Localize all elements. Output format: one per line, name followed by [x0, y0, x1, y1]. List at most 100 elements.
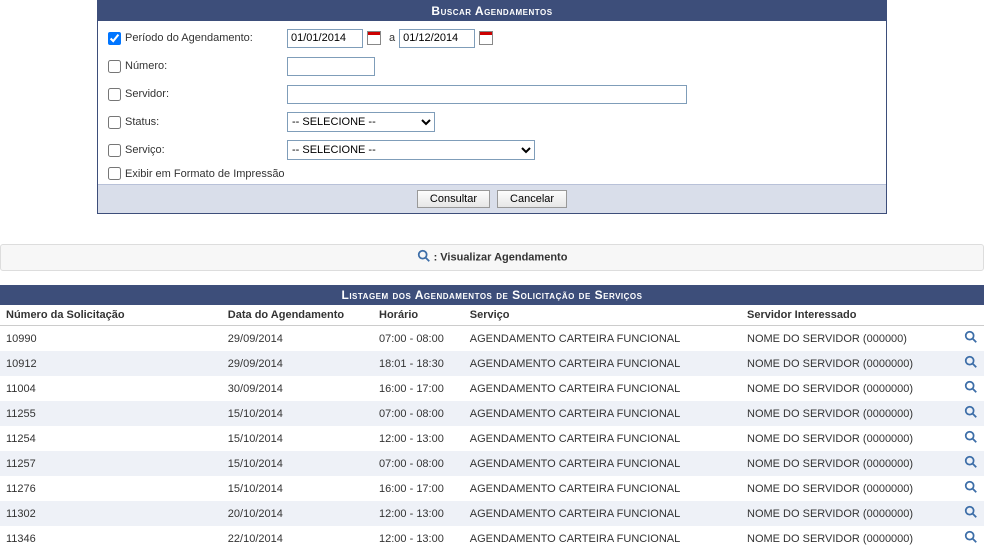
select-status[interactable]: -- SELECIONE -- [287, 112, 435, 132]
legend-text: : Visualizar Agendamento [434, 251, 568, 263]
cell-servidor: NOME DO SERVIDOR (0000000) [741, 501, 958, 526]
cell-horario: 16:00 - 17:00 [373, 476, 464, 501]
view-icon[interactable] [964, 435, 978, 447]
list-panel: Listagem dos Agendamentos de Solicitação… [0, 285, 984, 551]
checkbox-numero[interactable] [108, 60, 121, 73]
view-icon[interactable] [964, 510, 978, 522]
cell-numero: 11257 [0, 451, 222, 476]
cell-servico: AGENDAMENTO CARTEIRA FUNCIONAL [464, 426, 741, 451]
cell-numero: 11346 [0, 526, 222, 551]
cell-numero: 11302 [0, 501, 222, 526]
cell-data: 20/10/2014 [222, 501, 373, 526]
view-icon[interactable] [964, 385, 978, 397]
magnifier-icon [417, 249, 431, 266]
row-periodo: Período do Agendamento: a [108, 27, 876, 49]
cell-data: 30/09/2014 [222, 376, 373, 401]
cell-servico: AGENDAMENTO CARTEIRA FUNCIONAL [464, 476, 741, 501]
checkbox-status[interactable] [108, 116, 121, 129]
table-header-row: Número da Solicitação Data do Agendament… [0, 305, 984, 326]
row-print: Exibir em Formato de Impressão [108, 167, 876, 180]
label-servico: Serviço: [125, 144, 287, 156]
label-servidor: Servidor: [125, 88, 287, 100]
th-horario: Horário [373, 305, 464, 326]
cell-horario: 18:01 - 18:30 [373, 351, 464, 376]
input-periodo-end[interactable] [399, 29, 475, 48]
cell-numero: 10912 [0, 351, 222, 376]
cell-servidor: NOME DO SERVIDOR (000000) [741, 326, 958, 352]
label-periodo: Período do Agendamento: [125, 32, 287, 44]
view-icon[interactable] [964, 485, 978, 497]
row-servidor: Servidor: [108, 83, 876, 105]
label-status: Status: [125, 116, 287, 128]
cell-horario: 12:00 - 13:00 [373, 526, 464, 551]
date-separator: a [389, 32, 395, 44]
cell-data: 22/10/2014 [222, 526, 373, 551]
cell-horario: 07:00 - 08:00 [373, 451, 464, 476]
cell-data: 29/09/2014 [222, 351, 373, 376]
th-servidor: Servidor Interessado [741, 305, 958, 326]
table-row: 1099029/09/201407:00 - 08:00AGENDAMENTO … [0, 326, 984, 352]
cell-servico: AGENDAMENTO CARTEIRA FUNCIONAL [464, 526, 741, 551]
view-icon[interactable] [964, 410, 978, 422]
cancelar-button[interactable]: Cancelar [497, 190, 567, 208]
cell-servidor: NOME DO SERVIDOR (0000000) [741, 451, 958, 476]
calendar-icon[interactable] [367, 31, 381, 45]
cell-servidor: NOME DO SERVIDOR (0000000) [741, 426, 958, 451]
cell-numero: 11255 [0, 401, 222, 426]
input-servidor[interactable] [287, 85, 687, 104]
cell-numero: 11276 [0, 476, 222, 501]
table-row: 1100430/09/201416:00 - 17:00AGENDAMENTO … [0, 376, 984, 401]
view-icon[interactable] [964, 535, 978, 547]
cell-servidor: NOME DO SERVIDOR (0000000) [741, 351, 958, 376]
table-row: 1125515/10/201407:00 - 08:00AGENDAMENTO … [0, 401, 984, 426]
table-row: 1130220/10/201412:00 - 13:00AGENDAMENTO … [0, 501, 984, 526]
view-icon[interactable] [964, 335, 978, 347]
cell-data: 15/10/2014 [222, 451, 373, 476]
list-panel-title: Listagem dos Agendamentos de Solicitação… [0, 285, 984, 305]
table-row: 1125715/10/201407:00 - 08:00AGENDAMENTO … [0, 451, 984, 476]
cell-servico: AGENDAMENTO CARTEIRA FUNCIONAL [464, 501, 741, 526]
table-row: 1134622/10/201412:00 - 13:00AGENDAMENTO … [0, 526, 984, 551]
input-numero[interactable] [287, 57, 375, 76]
cell-horario: 07:00 - 08:00 [373, 326, 464, 352]
table-row: 1127615/10/201416:00 - 17:00AGENDAMENTO … [0, 476, 984, 501]
cell-data: 15/10/2014 [222, 426, 373, 451]
checkbox-servidor[interactable] [108, 88, 121, 101]
search-panel: Buscar Agendamentos Período do Agendamen… [97, 0, 887, 214]
th-servico: Serviço [464, 305, 741, 326]
list-table: Número da Solicitação Data do Agendament… [0, 305, 984, 551]
checkbox-periodo[interactable] [108, 32, 121, 45]
cell-servico: AGENDAMENTO CARTEIRA FUNCIONAL [464, 351, 741, 376]
cell-numero: 11254 [0, 426, 222, 451]
cell-horario: 07:00 - 08:00 [373, 401, 464, 426]
cell-servico: AGENDAMENTO CARTEIRA FUNCIONAL [464, 451, 741, 476]
search-panel-title: Buscar Agendamentos [98, 1, 886, 21]
cell-servidor: NOME DO SERVIDOR (0000000) [741, 376, 958, 401]
checkbox-servico[interactable] [108, 144, 121, 157]
cell-servico: AGENDAMENTO CARTEIRA FUNCIONAL [464, 326, 741, 352]
view-icon[interactable] [964, 360, 978, 372]
row-servico: Serviço: -- SELECIONE -- [108, 139, 876, 161]
cell-horario: 16:00 - 17:00 [373, 376, 464, 401]
cell-data: 15/10/2014 [222, 476, 373, 501]
th-data: Data do Agendamento [222, 305, 373, 326]
cell-servico: AGENDAMENTO CARTEIRA FUNCIONAL [464, 401, 741, 426]
cell-data: 15/10/2014 [222, 401, 373, 426]
cell-servidor: NOME DO SERVIDOR (0000000) [741, 526, 958, 551]
search-panel-body: Período do Agendamento: a Número: Servid… [98, 21, 886, 184]
input-periodo-start[interactable] [287, 29, 363, 48]
select-servico[interactable]: -- SELECIONE -- [287, 140, 535, 160]
calendar-icon[interactable] [479, 31, 493, 45]
cell-numero: 10990 [0, 326, 222, 352]
cell-servidor: NOME DO SERVIDOR (0000000) [741, 476, 958, 501]
search-panel-footer: Consultar Cancelar [98, 184, 886, 213]
consultar-button[interactable]: Consultar [417, 190, 490, 208]
view-icon[interactable] [964, 460, 978, 472]
table-row: 1091229/09/201418:01 - 18:30AGENDAMENTO … [0, 351, 984, 376]
label-print: Exibir em Formato de Impressão [125, 168, 285, 180]
cell-numero: 11004 [0, 376, 222, 401]
cell-data: 29/09/2014 [222, 326, 373, 352]
label-numero: Número: [125, 60, 287, 72]
checkbox-print[interactable] [108, 167, 121, 180]
cell-horario: 12:00 - 13:00 [373, 426, 464, 451]
